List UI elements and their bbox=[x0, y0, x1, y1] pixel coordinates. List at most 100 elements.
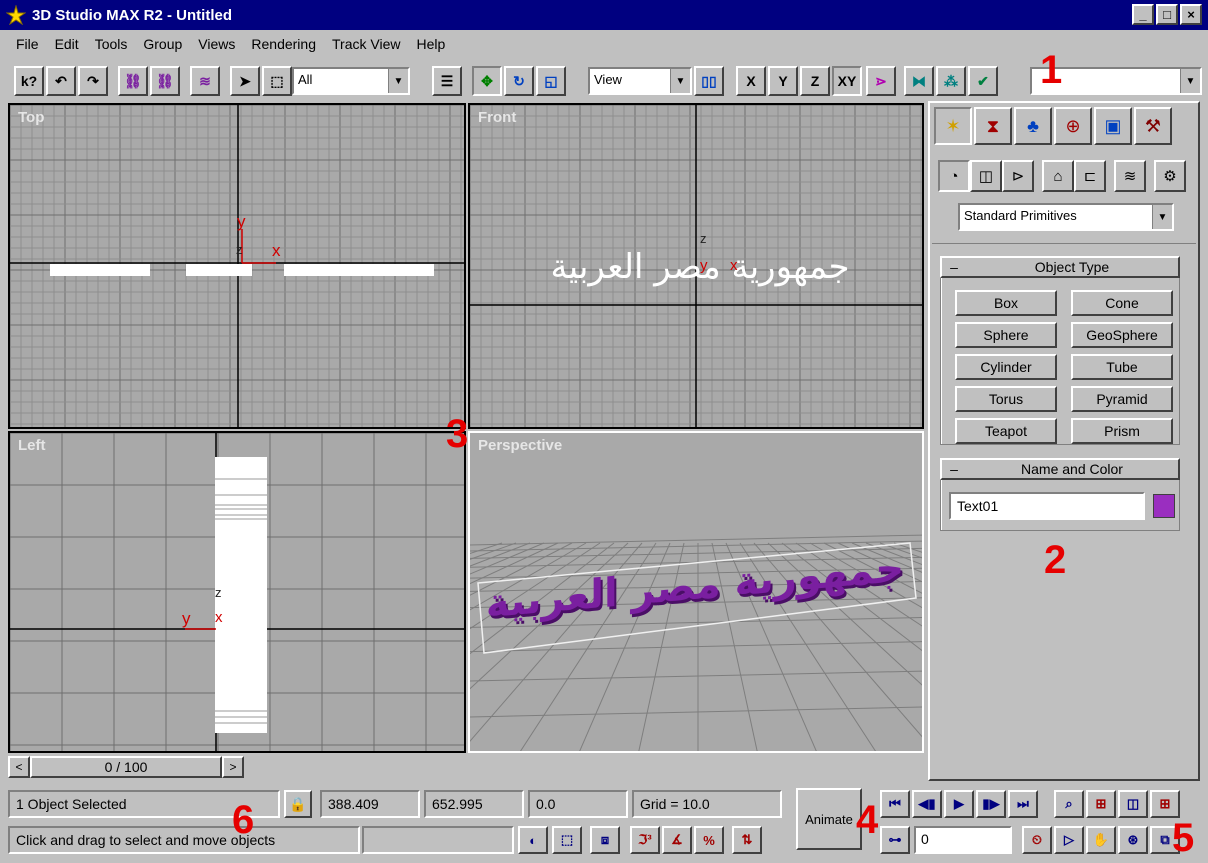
select-by-name-button[interactable]: ☰ bbox=[432, 66, 462, 96]
arc-rotate-button[interactable]: ⊛ bbox=[1118, 826, 1148, 854]
cameras-category-button[interactable]: ⌂ bbox=[1042, 160, 1074, 192]
display-tab[interactable]: ▣ bbox=[1094, 107, 1132, 145]
play-button[interactable]: ▶ bbox=[944, 790, 974, 818]
object-type-header[interactable]: – Object Type bbox=[940, 256, 1180, 278]
select-move-button[interactable]: ✥ bbox=[472, 66, 502, 96]
tube-button[interactable]: Tube bbox=[1071, 354, 1173, 380]
shapes-category-button[interactable]: ◫ bbox=[970, 160, 1002, 192]
viewport-left[interactable]: Left z y x bbox=[8, 431, 466, 753]
go-to-end-button[interactable]: ⏭ bbox=[1008, 790, 1038, 818]
lights-category-button[interactable]: ⊳ bbox=[1002, 160, 1034, 192]
zoom-extents-all-button[interactable]: ⊞ bbox=[1150, 790, 1180, 818]
text-object-top[interactable] bbox=[50, 264, 150, 276]
previous-frame-button[interactable]: ◀▮ bbox=[912, 790, 942, 818]
close-button[interactable]: × bbox=[1180, 4, 1202, 25]
modify-tab[interactable]: ⧗ bbox=[974, 107, 1012, 145]
cylinder-button[interactable]: Cylinder bbox=[955, 354, 1057, 380]
text-object-top[interactable] bbox=[284, 264, 434, 276]
helpers-category-button[interactable]: ⊏ bbox=[1074, 160, 1106, 192]
name-and-color-header[interactable]: – Name and Color bbox=[940, 458, 1180, 480]
inverse-kinematics-button[interactable]: ⋗ bbox=[866, 66, 896, 96]
torus-button[interactable]: Torus bbox=[955, 386, 1057, 412]
unlink-button[interactable]: ⛓ bbox=[150, 66, 180, 96]
viewport-front[interactable]: Front جمهورية مصر العربية z y x bbox=[468, 103, 924, 429]
zoom-button[interactable]: ⌕ bbox=[1054, 790, 1084, 818]
select-object-toggle-button[interactable]: ⬚ bbox=[552, 826, 582, 854]
selection-lock-button[interactable]: 🔒 bbox=[284, 790, 312, 818]
undo-button[interactable]: ↶ bbox=[46, 66, 76, 96]
snap-3d-button[interactable]: ℑ³ bbox=[630, 826, 660, 854]
link-button[interactable]: ⛓ bbox=[118, 66, 148, 96]
menu-rendering[interactable]: Rendering bbox=[245, 36, 326, 52]
pivot-button[interactable]: ▯▯ bbox=[694, 66, 724, 96]
teapot-button[interactable]: Teapot bbox=[955, 418, 1057, 444]
select-button[interactable]: ➤ bbox=[230, 66, 260, 96]
go-to-start-button[interactable]: ⏮ bbox=[880, 790, 910, 818]
reference-coord-dropdown[interactable]: View ▼ bbox=[588, 67, 692, 95]
menu-file[interactable]: File bbox=[10, 36, 49, 52]
axis-y-label: y bbox=[182, 609, 191, 628]
utilities-tab[interactable]: ⚒ bbox=[1134, 107, 1172, 145]
time-slider-track[interactable]: < 0 / 100 > bbox=[8, 756, 924, 778]
field-of-view-button[interactable]: ▷ bbox=[1054, 826, 1084, 854]
animate-button[interactable]: Animate bbox=[796, 788, 862, 850]
pan-button[interactable]: ✋ bbox=[1086, 826, 1116, 854]
percent-snap-button[interactable]: % bbox=[694, 826, 724, 854]
spinner-snap-button[interactable]: ⇅ bbox=[732, 826, 762, 854]
mirror-button[interactable]: ⧓ bbox=[904, 66, 934, 96]
box-button[interactable]: Box bbox=[955, 290, 1057, 316]
zoom-extents-button[interactable]: ◫ bbox=[1118, 790, 1148, 818]
axis-z-label: z bbox=[215, 585, 222, 600]
object-name-input[interactable]: Text01 bbox=[949, 492, 1145, 520]
restrict-x-button[interactable]: X bbox=[736, 66, 766, 96]
menu-track-view[interactable]: Track View bbox=[326, 36, 410, 52]
key-mode-button[interactable]: ⊶ bbox=[880, 826, 910, 854]
angle-snap-button[interactable]: ∡ bbox=[662, 826, 692, 854]
menu-group[interactable]: Group bbox=[137, 36, 192, 52]
selection-filter-dropdown[interactable]: All ▼ bbox=[292, 67, 410, 95]
text-object-left[interactable] bbox=[215, 457, 267, 733]
hierarchy-tab[interactable]: ♣ bbox=[1014, 107, 1052, 145]
minimize-button[interactable]: _ bbox=[1132, 4, 1154, 25]
time-slider-thumb[interactable]: 0 / 100 bbox=[30, 756, 222, 778]
object-color-swatch[interactable] bbox=[1153, 494, 1175, 518]
time-configuration-button[interactable]: ⏲ bbox=[1022, 826, 1052, 854]
help-cursor-button[interactable]: k? bbox=[14, 66, 44, 96]
region-select-button[interactable]: ⬚ bbox=[262, 66, 292, 96]
maximize-button[interactable]: □ bbox=[1156, 4, 1178, 25]
space-warps-category-button[interactable]: ≋ bbox=[1114, 160, 1146, 192]
menu-tools[interactable]: Tools bbox=[89, 36, 138, 52]
text-object-top[interactable] bbox=[186, 264, 252, 276]
restrict-z-button[interactable]: Z bbox=[800, 66, 830, 96]
bind-space-warp-button[interactable]: ≋ bbox=[190, 66, 220, 96]
time-slider-left-button[interactable]: < bbox=[8, 756, 30, 778]
current-frame-field[interactable]: 0 bbox=[914, 826, 1012, 854]
next-frame-button[interactable]: ▮▶ bbox=[976, 790, 1006, 818]
align-button[interactable]: ✔ bbox=[968, 66, 998, 96]
geosphere-button[interactable]: GeoSphere bbox=[1071, 322, 1173, 348]
prism-button[interactable]: Prism bbox=[1071, 418, 1173, 444]
systems-category-button[interactable]: ⚙ bbox=[1154, 160, 1186, 192]
select-rotate-button[interactable]: ↻ bbox=[504, 66, 534, 96]
cone-button[interactable]: Cone bbox=[1071, 290, 1173, 316]
sphere-button[interactable]: Sphere bbox=[955, 322, 1057, 348]
menu-views[interactable]: Views bbox=[192, 36, 245, 52]
time-slider-right-button[interactable]: > bbox=[222, 756, 244, 778]
pyramid-button[interactable]: Pyramid bbox=[1071, 386, 1173, 412]
zoom-all-button[interactable]: ⊞ bbox=[1086, 790, 1116, 818]
menu-edit[interactable]: Edit bbox=[49, 36, 89, 52]
degradation-override-button[interactable]: ◐ bbox=[518, 826, 548, 854]
create-tab[interactable]: ✶ bbox=[934, 107, 972, 145]
menu-help[interactable]: Help bbox=[410, 36, 455, 52]
window-crossing-button[interactable]: ⧈ bbox=[590, 826, 620, 854]
viewport-top[interactable]: Top y z x bbox=[8, 103, 466, 429]
redo-button[interactable]: ↷ bbox=[78, 66, 108, 96]
select-scale-button[interactable]: ◱ bbox=[536, 66, 566, 96]
object-category-dropdown[interactable]: Standard Primitives ▼ bbox=[958, 203, 1174, 231]
restrict-xy-button[interactable]: XY bbox=[832, 66, 862, 96]
array-button[interactable]: ⁂ bbox=[936, 66, 966, 96]
viewport-perspective[interactable]: Perspective جمهورية مصر العربية bbox=[468, 431, 924, 753]
geometry-category-button[interactable]: ◔ bbox=[938, 160, 970, 192]
motion-tab[interactable]: ⊕ bbox=[1054, 107, 1092, 145]
restrict-y-button[interactable]: Y bbox=[768, 66, 798, 96]
